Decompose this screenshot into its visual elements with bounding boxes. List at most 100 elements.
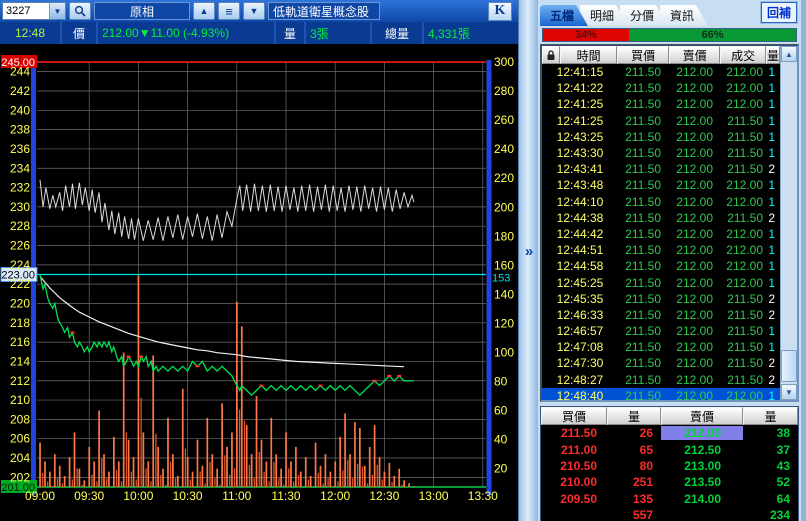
column-header-time[interactable]: 時間: [559, 46, 618, 64]
trade-cell: 212.00: [676, 97, 713, 112]
scroll-down-icon[interactable]: ▼: [781, 384, 797, 400]
trade-row[interactable]: 12:41:25 211.50 212.00 211.50 1: [542, 113, 780, 129]
trade-cell: 211.50: [625, 324, 661, 339]
recover-button[interactable]: 回補: [759, 1, 799, 24]
svg-text:13:30: 13:30: [468, 489, 498, 503]
tab-資訊[interactable]: 資訊: [660, 5, 708, 26]
stock-name-field: 原相: [94, 2, 190, 20]
prev-stock-button[interactable]: ▲: [193, 2, 215, 20]
column-header-ask-price[interactable]: 賣價: [661, 407, 743, 425]
trade-row[interactable]: 12:43:30 211.50 212.00 211.50 1: [542, 145, 780, 161]
trade-cell: 12:45:35: [556, 291, 604, 306]
trade-cell: 211.50: [727, 372, 763, 387]
scrollbar-thumb[interactable]: [781, 350, 797, 382]
depth-row[interactable]: 211.00 65 212.50 37: [541, 441, 798, 457]
trade-row[interactable]: 12:48:40 211.50 212.00 212.00 1: [542, 387, 780, 400]
trade-cell: 211.50: [625, 97, 661, 112]
svg-text:220: 220: [10, 296, 30, 310]
trade-cell: 2: [768, 372, 775, 387]
trade-row[interactable]: 12:44:38 211.50 212.00 211.50 2: [542, 210, 780, 226]
depth-row[interactable]: 210.00 251 213.50 52: [541, 474, 798, 490]
svg-text:222: 222: [10, 277, 30, 291]
scroll-up-icon[interactable]: ▲: [781, 46, 797, 62]
trade-row[interactable]: 12:44:51 211.50 212.00 212.00 1: [542, 242, 780, 258]
trade-row[interactable]: 12:43:48 211.50 212.00 212.00 1: [542, 177, 780, 193]
trade-row[interactable]: 12:44:10 211.50 212.00 212.00 1: [542, 194, 780, 210]
trade-cell: 12:41:22: [556, 81, 604, 96]
collapse-panel-button[interactable]: »: [520, 238, 538, 264]
trade-cell: 211.50: [727, 113, 763, 128]
trade-cell: 212.00: [676, 81, 713, 96]
trade-cell: 211.50: [625, 388, 661, 400]
trades-table-inner: 時間 買價 賣價 成交 量 12:41:15 211.50 212.00 212.00…: [542, 46, 780, 400]
trade-cell: 12:41:25: [556, 113, 604, 128]
search-button[interactable]: [69, 2, 91, 20]
depth-row[interactable]: 210.50 80 213.00 43: [541, 458, 798, 474]
top-toolbar: 3227 ▼ 原相 ▲ ≡ ▼ 低軌道衛星概念股 K: [0, 0, 518, 22]
kline-button[interactable]: K: [488, 1, 512, 21]
column-header-vol[interactable]: 量: [765, 46, 780, 64]
svg-text:202: 202: [10, 470, 30, 484]
trade-row[interactable]: 12:47:08 211.50 212.00 211.50 1: [542, 339, 780, 355]
trade-cell: 12:48:27: [556, 372, 604, 387]
depth-table-header: 買價 量 賣價 量: [541, 407, 798, 425]
svg-text:240: 240: [494, 142, 514, 156]
svg-text:234: 234: [10, 161, 30, 175]
stock-code-value[interactable]: 3227: [3, 3, 49, 19]
svg-text:204: 204: [10, 451, 30, 465]
trade-row[interactable]: 12:47:30 211.50 212.00 211.50 2: [542, 355, 780, 371]
trade-cell: 211.50: [625, 146, 661, 161]
combobox-dropdown-icon[interactable]: ▼: [49, 3, 65, 19]
svg-text:228: 228: [10, 219, 30, 233]
column-header-bid-price[interactable]: 買價: [541, 407, 607, 425]
trade-row[interactable]: 12:43:41 211.50 212.00 211.50 2: [542, 161, 780, 177]
trade-cell: 12:44:58: [556, 259, 604, 274]
column-header-ask[interactable]: 賣價: [668, 46, 721, 64]
trade-row[interactable]: 12:45:35 211.50 212.00 211.50 2: [542, 291, 780, 307]
column-header-ask-vol[interactable]: 量: [743, 407, 798, 425]
trade-row[interactable]: 12:46:33 211.50 212.00 211.50 2: [542, 307, 780, 323]
trade-cell: 212.00: [726, 178, 763, 193]
depth-row[interactable]: 209.50 135 214.00 64: [541, 491, 798, 507]
svg-text:232: 232: [10, 181, 30, 195]
svg-text:11:30: 11:30: [271, 489, 300, 503]
column-header-bid[interactable]: 買價: [617, 46, 669, 64]
lock-icon: [547, 49, 555, 60]
trade-cell: 212.00: [676, 388, 713, 400]
trade-row[interactable]: 12:46:57 211.50 212.00 211.50 1: [542, 323, 780, 339]
svg-text:60: 60: [494, 404, 508, 418]
lock-column-button[interactable]: [542, 46, 560, 64]
svg-text:206: 206: [10, 432, 30, 446]
svg-text:160: 160: [494, 258, 514, 272]
column-header-bid-vol[interactable]: 量: [607, 407, 661, 425]
trades-scrollbar[interactable]: ▲ ▼: [780, 46, 797, 400]
trade-cell: 211.50: [625, 178, 661, 193]
trade-cell: 12:47:08: [556, 340, 604, 355]
svg-text:210: 210: [10, 393, 30, 407]
trade-row[interactable]: 12:41:15 211.50 212.00 212.00 1: [542, 64, 780, 80]
trade-row[interactable]: 12:44:42 211.50 212.00 212.00 1: [542, 226, 780, 242]
depth-cell: 210.00: [560, 475, 597, 490]
depth-row[interactable]: 211.50 26 212.00 38: [541, 425, 798, 441]
stock-list-button[interactable]: ≡: [218, 2, 240, 20]
trade-row[interactable]: 12:43:25 211.50 212.00 211.50 1: [542, 129, 780, 145]
trade-cell: 1: [768, 259, 775, 274]
svg-text:218: 218: [10, 316, 30, 330]
down-arrow-icon: ▼: [249, 6, 259, 16]
stock-code-combobox[interactable]: 3227 ▼: [2, 2, 66, 20]
next-stock-button[interactable]: ▼: [243, 2, 265, 20]
svg-text:12:00: 12:00: [320, 489, 350, 503]
trade-row[interactable]: 12:45:25 211.50 212.00 212.00 1: [542, 274, 780, 290]
trade-cell: 1: [768, 113, 775, 128]
trade-cell: 212.00: [676, 113, 713, 128]
trade-cell: 211.50: [727, 210, 763, 225]
trade-cell: 2: [768, 291, 775, 306]
trade-cell: 1: [768, 81, 775, 96]
trade-cell: 212.00: [726, 194, 763, 209]
trade-row[interactable]: 12:41:22 211.50 212.00 212.00 1: [542, 80, 780, 96]
depth-cell: 135: [632, 491, 653, 506]
trade-row[interactable]: 12:41:25 211.50 212.00 212.00 1: [542, 96, 780, 112]
trade-row[interactable]: 12:48:27 211.50 212.00 211.50 2: [542, 372, 780, 388]
trade-row[interactable]: 12:44:58 211.50 212.00 212.00 1: [542, 258, 780, 274]
column-header-deal[interactable]: 成交: [720, 46, 766, 64]
